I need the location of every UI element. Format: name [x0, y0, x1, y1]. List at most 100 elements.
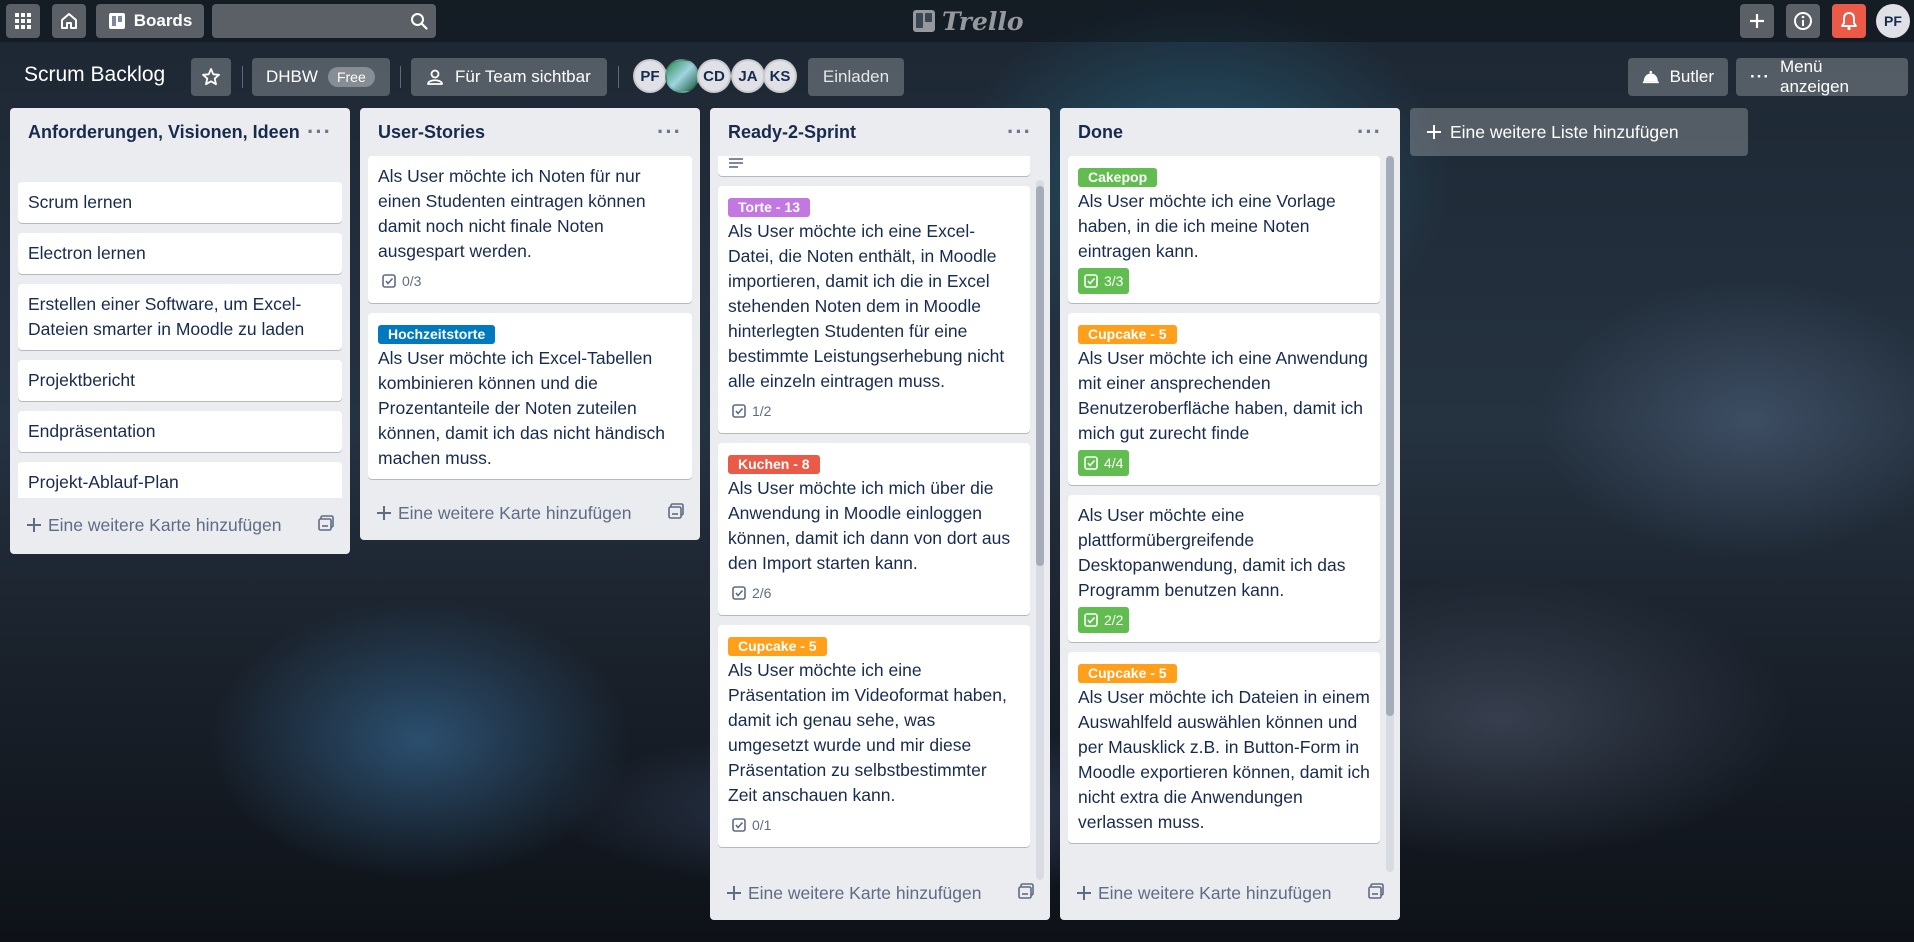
user-avatar[interactable]: PF: [1876, 4, 1910, 38]
card-title: Als User möchte ich eine Vorlage haben, …: [1078, 191, 1336, 261]
card-label: Cupcake - 5: [1078, 664, 1177, 683]
card[interactable]: Torte - 13 Als User möchte ich eine Exce…: [718, 186, 1030, 433]
card[interactable]: Erstellen einer Software, um Excel-Datei…: [18, 284, 342, 350]
card-title: Scrum lernen: [28, 192, 133, 212]
invite-button[interactable]: Einladen: [808, 58, 904, 96]
visibility-button[interactable]: Für Team sichtbar: [411, 58, 607, 96]
checklist-badge: 2/6: [728, 580, 775, 606]
butler-icon: [1642, 70, 1659, 84]
trello-logo[interactable]: Trello: [912, 6, 1024, 36]
member-avatar[interactable]: PF: [633, 59, 667, 93]
add-list-button[interactable]: Eine weitere Liste hinzufügen: [1410, 108, 1748, 156]
list-menu-icon[interactable]: ···: [657, 119, 682, 145]
checklist-badge-complete: 4/4: [1078, 450, 1130, 476]
card-title: Als User möchte ich mich über die Anwend…: [728, 478, 1011, 573]
star-icon: [202, 68, 220, 86]
divider: [242, 66, 243, 88]
card-title: Als User möchte ich Dateien in einem Aus…: [1078, 687, 1370, 832]
add-card-button[interactable]: Eine weitere Karte hinzufügen: [26, 515, 281, 536]
home-icon[interactable]: [52, 4, 86, 38]
checklist-count: 2/2: [1104, 611, 1124, 628]
divider: [618, 66, 619, 88]
list-scrollbar[interactable]: [1036, 180, 1044, 880]
plus-icon: [377, 506, 391, 520]
list-title[interactable]: Ready-2-Sprint: [728, 122, 856, 143]
list-menu-icon[interactable]: ···: [307, 119, 332, 145]
list-scrollbar-thumb[interactable]: [1386, 156, 1394, 716]
card[interactable]: Kuchen - 8 Als User möchte ich mich über…: [718, 443, 1030, 615]
card-template-icon[interactable]: [668, 502, 684, 524]
card[interactable]: Cupcake - 5 Als User möchte ich eine Anw…: [1068, 313, 1380, 485]
team-button[interactable]: DHBW Free: [252, 58, 390, 96]
add-card-label: Eine weitere Karte hinzufügen: [48, 514, 282, 535]
card[interactable]: Als User möchte ich Noten für nur einen …: [368, 156, 692, 303]
card[interactable]: Endpräsentation: [18, 411, 342, 452]
apps-icon[interactable]: [6, 4, 40, 38]
checklist-icon: [1084, 274, 1098, 288]
card-template-icon[interactable]: [318, 514, 334, 536]
top-bar: Boards Trello PF: [0, 0, 1914, 42]
card[interactable]: Scrum lernen: [18, 182, 342, 223]
checklist-icon: [1084, 456, 1098, 470]
butler-button[interactable]: Butler: [1628, 58, 1728, 96]
card-title: Als User möchte ich eine Anwendung mit e…: [1078, 348, 1368, 443]
card[interactable]: Als User möchte eine plattformübergreife…: [1068, 495, 1380, 642]
bell-icon: [1841, 12, 1857, 31]
list-title[interactable]: User-Stories: [378, 122, 485, 143]
boards-label: Boards: [133, 11, 193, 30]
member-avatar[interactable]: CD: [697, 59, 731, 93]
search-icon[interactable]: [410, 12, 428, 35]
card[interactable]: Projektbericht: [18, 360, 342, 401]
create-button[interactable]: [1740, 4, 1774, 38]
card-title: Projekt-Ablauf-Plan: [28, 472, 179, 492]
plus-icon: [727, 886, 741, 900]
card[interactable]: Hochzeitstorte Als User möchte ich Excel…: [368, 313, 692, 479]
card-template-icon[interactable]: [1018, 882, 1034, 904]
member-avatar[interactable]: KS: [763, 59, 797, 93]
card[interactable]: Projekt-Ablauf-Plan: [18, 462, 342, 498]
list-scrollbar[interactable]: [1386, 156, 1394, 872]
info-icon: [1794, 12, 1812, 30]
notifications-button[interactable]: [1832, 4, 1866, 38]
divider: [400, 66, 401, 88]
list-title[interactable]: Done: [1078, 122, 1123, 143]
add-card-button[interactable]: Eine weitere Karte hinzufügen: [1076, 883, 1331, 904]
list-menu-icon[interactable]: ···: [1007, 119, 1032, 145]
card-title: Erstellen einer Software, um Excel-Datei…: [28, 294, 305, 339]
trello-logo-icon: [913, 10, 935, 32]
member-avatar-image[interactable]: [665, 59, 699, 93]
checklist-count: 2/6: [752, 584, 772, 601]
list-scrollbar-thumb[interactable]: [1036, 186, 1044, 566]
card[interactable]: Electron lernen: [18, 233, 342, 274]
card-template-icon[interactable]: [1368, 882, 1384, 904]
card[interactable]: Cakepop Als User möchte ich eine Vorlage…: [1068, 156, 1380, 303]
card-title: Als User möchte ich eine Präsentation im…: [728, 660, 1007, 805]
search-input[interactable]: [212, 4, 436, 38]
team-name: DHBW: [266, 67, 318, 86]
description-icon: [729, 158, 743, 168]
checklist-badge-complete: 2/2: [1078, 607, 1130, 633]
show-menu-button[interactable]: ··· Menü anzeigen: [1736, 57, 1908, 96]
add-card-label: Eine weitere Karte hinzufügen: [748, 882, 982, 903]
card[interactable]: Cupcake - 5 Als User möchte ich Dateien …: [1068, 652, 1380, 843]
list-menu-icon[interactable]: ···: [1357, 119, 1382, 145]
board-title[interactable]: Scrum Backlog: [18, 58, 171, 92]
search-box[interactable]: [212, 4, 436, 38]
card-partial[interactable]: [718, 156, 1030, 176]
card-title: Als User möchte ich Noten für nur einen …: [378, 166, 646, 261]
info-button[interactable]: [1786, 4, 1820, 38]
add-card-button[interactable]: Eine weitere Karte hinzufügen: [726, 883, 981, 904]
card-title: Als User möchte eine plattformübergreife…: [1078, 505, 1346, 600]
list-title[interactable]: Anforderungen, Visionen, Ideen: [28, 122, 300, 143]
plus-icon: [27, 518, 41, 532]
star-button[interactable]: [191, 58, 231, 96]
checklist-badge-complete: 3/3: [1078, 268, 1130, 294]
card[interactable]: Cupcake - 5 Als User möchte ich eine Prä…: [718, 625, 1030, 847]
visibility-label: Für Team sichtbar: [455, 67, 591, 86]
plus-icon: [1750, 14, 1764, 28]
boards-icon: [108, 13, 125, 29]
add-card-button[interactable]: Eine weitere Karte hinzufügen: [376, 503, 631, 524]
boards-button[interactable]: Boards: [96, 4, 204, 38]
card-label: Cupcake - 5: [728, 637, 827, 656]
member-avatar[interactable]: JA: [731, 59, 765, 93]
